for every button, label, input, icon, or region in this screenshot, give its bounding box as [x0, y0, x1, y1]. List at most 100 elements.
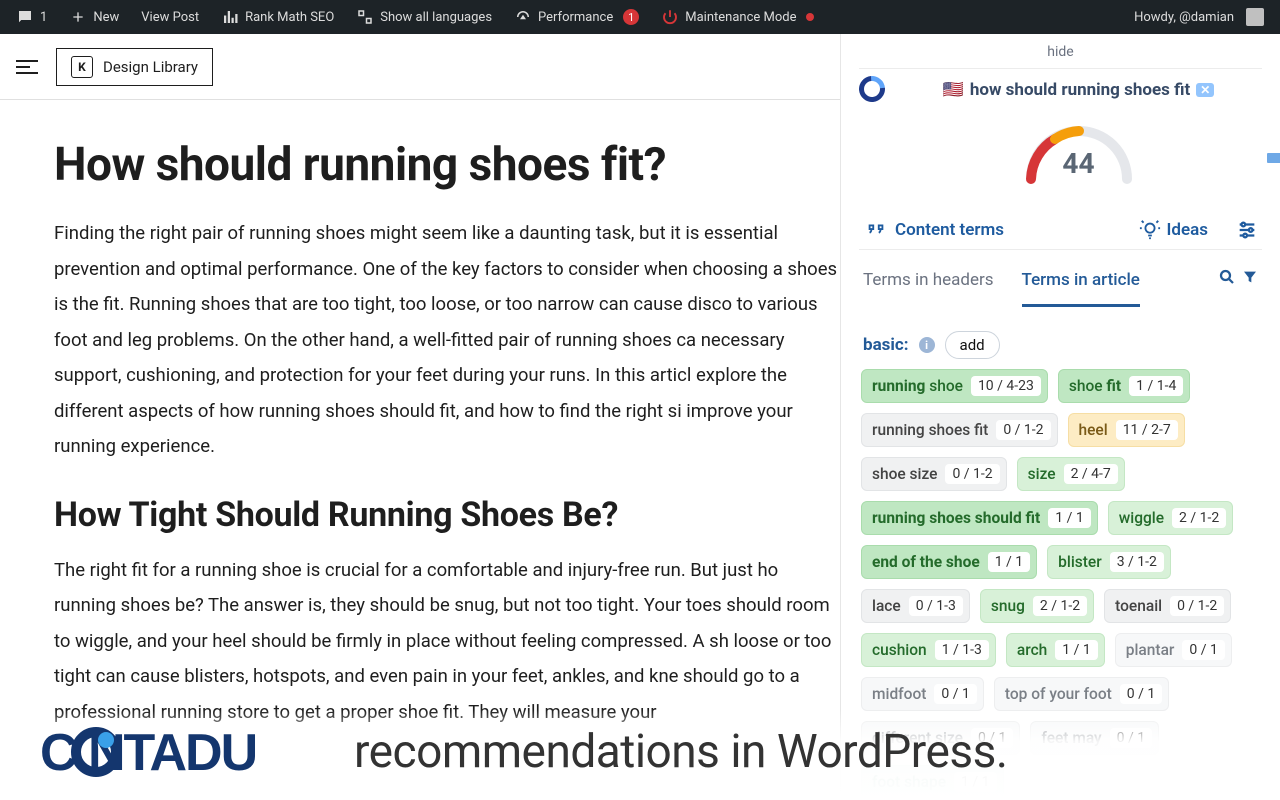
- plus-icon: [69, 8, 87, 26]
- admin-bar-languages[interactable]: Show all languages: [346, 0, 502, 34]
- paragraph-block[interactable]: The right fit for a running shoe is cruc…: [54, 553, 840, 731]
- info-icon[interactable]: i: [919, 337, 935, 353]
- tab-content-terms[interactable]: Content terms: [863, 211, 1006, 249]
- comment-icon: [16, 8, 34, 26]
- term-count: 0 / 1-2: [996, 420, 1050, 440]
- sliders-icon: [1236, 219, 1258, 241]
- term-chip[interactable]: plantar 0 / 1: [1115, 633, 1232, 667]
- content-score-gauge: 44: [1019, 121, 1139, 191]
- term-text: wiggle: [1119, 509, 1164, 527]
- terms-group-basic: basic: i add: [863, 331, 1258, 359]
- term-count: 2 / 1-2: [1172, 508, 1226, 528]
- admin-bar-rank-math[interactable]: Rank Math SEO: [211, 0, 344, 34]
- term-count: 0 / 1-3: [909, 596, 963, 616]
- seo-keyword-row: 🇺🇸 how should running shoes fit ✕: [859, 68, 1262, 103]
- term-chip[interactable]: arch1 / 1: [1006, 633, 1105, 667]
- seo-settings-button[interactable]: [1236, 219, 1258, 241]
- term-chip[interactable]: end of the shoe 1 / 1: [861, 545, 1037, 579]
- term-count: 0 / 1-2: [1170, 596, 1224, 616]
- us-flag-icon: 🇺🇸: [943, 80, 964, 100]
- power-icon: [661, 8, 679, 26]
- term-chip[interactable]: running shoes fit 0 / 1-2: [861, 413, 1058, 447]
- term-chip[interactable]: top of your foot0 / 1: [994, 677, 1169, 711]
- admin-bar-new[interactable]: New: [59, 0, 129, 34]
- term-chip[interactable]: toenail 0 / 1-2: [1104, 589, 1231, 623]
- term-chip[interactable]: cushion 1 / 1-3: [861, 633, 996, 667]
- admin-bar-account[interactable]: Howdy, @damian: [1124, 0, 1274, 34]
- subtab-headers[interactable]: Terms in headers: [863, 270, 994, 307]
- term-chip[interactable]: running shoes should fit1 / 1: [861, 501, 1098, 535]
- design-library-button[interactable]: K Design Library: [56, 48, 213, 86]
- term-text: plantar: [1126, 641, 1175, 659]
- term-chip[interactable]: shoe fit 1 / 1-4: [1058, 369, 1190, 403]
- term-count: 11 / 2-7: [1116, 420, 1178, 440]
- tab-ideas[interactable]: Ideas: [1139, 219, 1208, 241]
- overlay-caption: C NTADU recommendations in WordPress.: [0, 710, 1280, 800]
- term-chip[interactable]: snug 2 / 1-2: [980, 589, 1094, 623]
- term-chip[interactable]: running shoe 10 / 4-23: [861, 369, 1048, 403]
- term-text: cushion: [872, 641, 927, 659]
- heading-block[interactable]: How Tight Should Running Shoes Be?: [54, 495, 840, 535]
- term-chip[interactable]: midfoot0 / 1: [861, 677, 984, 711]
- term-chip[interactable]: lace 0 / 1-3: [861, 589, 970, 623]
- hide-panel-button[interactable]: hide: [859, 40, 1262, 68]
- term-count: 1 / 1-4: [1129, 376, 1183, 396]
- editor-canvas[interactable]: How should running shoes fit? Finding th…: [0, 100, 840, 800]
- term-count: 2 / 1-2: [1033, 596, 1087, 616]
- admin-bar-view-post[interactable]: View Post: [131, 0, 209, 34]
- term-text: lace: [872, 597, 901, 615]
- gauge-icon: [514, 8, 532, 26]
- admin-bar-maintenance[interactable]: Maintenance Mode: [651, 0, 824, 34]
- translate-icon: [356, 8, 374, 26]
- term-count: 1 / 1-3: [935, 640, 989, 660]
- term-text: heel: [1079, 421, 1108, 439]
- post-title[interactable]: How should running shoes fit?: [54, 138, 840, 192]
- add-term-button[interactable]: add: [945, 331, 1000, 359]
- term-count: 0 / 1: [934, 684, 976, 704]
- performance-badge: 1: [623, 9, 639, 25]
- term-text: toenail: [1115, 597, 1162, 615]
- term-count: 1 / 1: [988, 552, 1030, 572]
- search-icon[interactable]: [1218, 268, 1236, 286]
- term-text: shoe size: [872, 465, 937, 483]
- remove-keyword-button[interactable]: ✕: [1196, 83, 1214, 97]
- term-chip[interactable]: size 2 / 4-7: [1017, 457, 1125, 491]
- term-text: shoe fit: [1069, 377, 1121, 395]
- term-count: 0 / 1-2: [945, 464, 999, 484]
- comments-count: 1: [40, 10, 47, 25]
- term-text: end of the shoe: [872, 553, 980, 571]
- term-count: 3 / 1-2: [1110, 552, 1164, 572]
- chart-icon: [221, 8, 239, 26]
- term-count: 2 / 4-7: [1064, 464, 1118, 484]
- term-text: snug: [991, 597, 1025, 615]
- sidebar-toggle-button[interactable]: [16, 53, 44, 81]
- term-count: 0 / 1: [1120, 684, 1162, 704]
- term-text: blister: [1058, 553, 1102, 571]
- group-label: basic:: [863, 335, 909, 355]
- filter-icon[interactable]: [1242, 268, 1258, 286]
- avatar: [1246, 8, 1264, 26]
- term-text: running shoes fit: [872, 421, 988, 439]
- term-text: size: [1028, 465, 1056, 483]
- paragraph-block[interactable]: Finding the right pair of running shoes …: [54, 216, 840, 465]
- term-count: 10 / 4-23: [971, 376, 1041, 396]
- term-chip[interactable]: wiggle 2 / 1-2: [1108, 501, 1234, 535]
- wp-admin-bar: 1 New View Post Rank Math SEO Show all l…: [0, 0, 1280, 34]
- term-count: 0 / 1: [1182, 640, 1224, 660]
- content-score-value: 44: [1019, 147, 1139, 180]
- contadu-logo-icon: [854, 71, 891, 108]
- term-text: running shoe: [872, 377, 963, 395]
- term-chip[interactable]: heel 11 / 2-7: [1068, 413, 1185, 447]
- contadu-logo: C NTADU: [40, 722, 350, 782]
- term-chip[interactable]: blister 3 / 1-2: [1047, 545, 1171, 579]
- status-dot-icon: [806, 13, 814, 21]
- seo-tabs: Content terms Ideas: [859, 201, 1262, 250]
- kadence-icon: K: [71, 56, 93, 78]
- lightbulb-icon: [1139, 219, 1161, 241]
- quotes-icon: [865, 219, 887, 241]
- subtab-article[interactable]: Terms in article: [1022, 270, 1140, 307]
- admin-bar-performance[interactable]: Performance 1: [504, 0, 649, 34]
- seo-panel: hide 🇺🇸 how should running shoes fit ✕ 4…: [840, 34, 1280, 800]
- term-chip[interactable]: shoe size 0 / 1-2: [861, 457, 1007, 491]
- admin-bar-comments[interactable]: 1: [6, 0, 57, 34]
